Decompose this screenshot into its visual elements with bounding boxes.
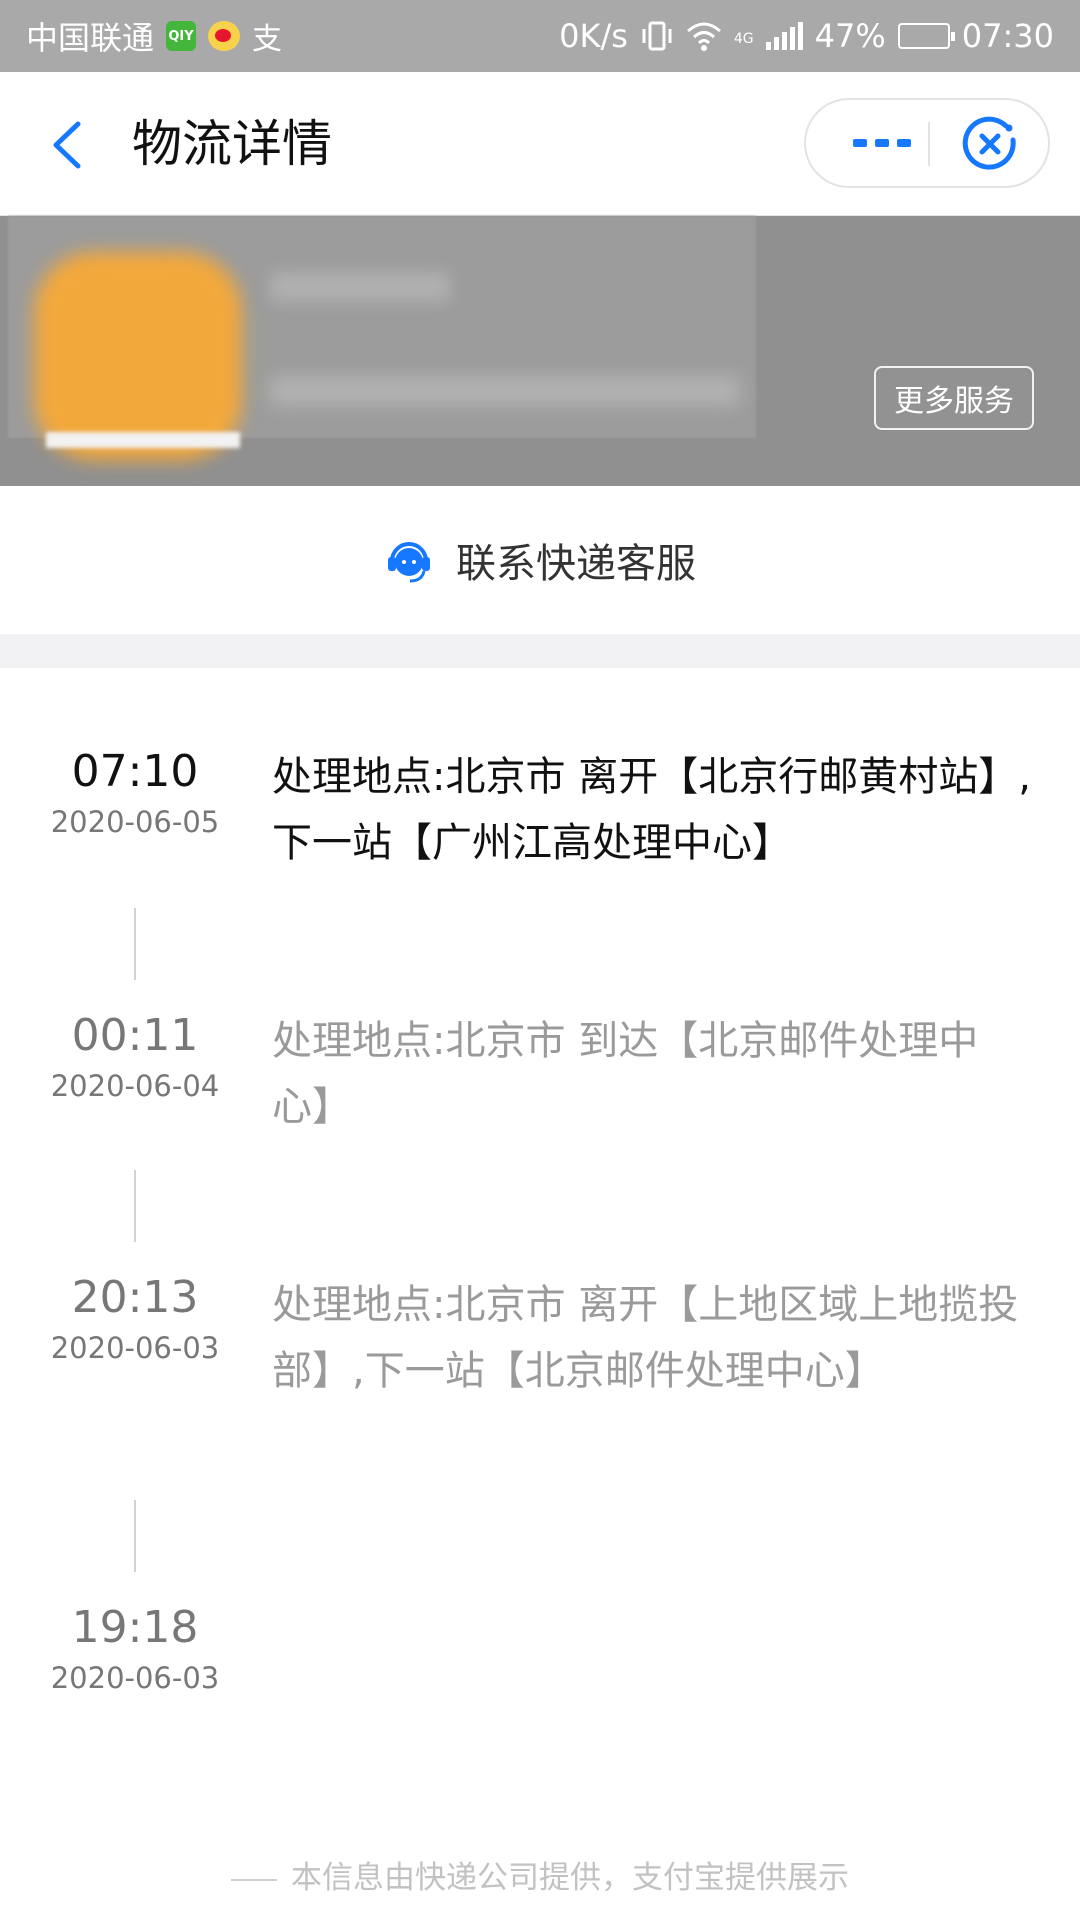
battery-icon [897,23,955,49]
carrier-label: 中国联通 [26,19,155,57]
network-speed: 0K/s [559,17,628,55]
vibrate-icon [642,21,672,51]
event-date: 2020-06-03 [50,1331,220,1365]
event-time: 07:10 [71,746,199,797]
status-left: 中国联通 QIY 支 [26,13,282,59]
blurred-highlight [46,432,240,448]
event-description: 处理地点:北京市 到达【北京邮件处理中心】 [272,1018,979,1130]
blurred-text [270,272,450,302]
more-dots-icon[interactable] [842,128,922,158]
chevron-left-icon[interactable] [46,120,92,170]
contact-courier-label: 联系快递客服 [456,541,696,587]
wifi-icon [686,22,721,51]
network-type: 4G [733,31,754,47]
status-right: 0K/s 4G 47% 07:30 [559,17,1054,55]
section-divider [0,634,1080,668]
capsule-divider [928,122,930,166]
event-time: 00:11 [71,1010,199,1061]
clock: 07:30 [961,17,1054,55]
footer-note: 本信息由快递公司提供，支付宝提供展示 [0,1852,1080,1897]
more-services-button[interactable]: 更多服务 [874,366,1034,430]
nav-bar: 物流详情 [0,72,1080,216]
event-description: 处理地点:北京市 离开【上地区域上地揽投部】,下一站【北京邮件处理中心】 [272,1282,1019,1394]
blurred-text [270,376,740,406]
miniapp-capsule [804,98,1050,188]
event-date: 2020-06-04 [50,1069,220,1103]
event-time: 19:18 [71,1602,199,1653]
timeline-connector [134,1170,136,1242]
timeline-connector [134,908,136,980]
contact-courier-button[interactable]: 联系快递客服 [0,486,1080,634]
package-header-card: 更多服务 [0,216,1080,486]
footer-note-text: 本信息由快递公司提供，支付宝提供展示 [291,1860,849,1896]
event-date: 2020-06-03 [50,1661,220,1695]
alipay-app-icon: 支 [252,22,283,57]
page-title: 物流详情 [132,115,332,173]
event-description: 处理地点:北京市 离开【北京行邮黄村站】,下一站【广州江高处理中心】 [272,754,1031,866]
event-date: 2020-06-05 [50,805,220,839]
status-bar: 中国联通 QIY 支 0K/s 4G 47% 07:30 [0,0,1080,72]
timeline-connector [134,1500,136,1572]
iqiyi-app-icon: QIY [166,21,197,51]
signal-icon [765,22,803,50]
event-time: 20:13 [71,1272,199,1323]
weibo-app-icon [208,21,241,51]
courier-logo-blurred [34,252,242,460]
logistics-timeline: 07:10 2020-06-05 处理地点:北京市 离开【北京行邮黄村站】,下一… [0,668,1080,1920]
headset-icon [388,542,430,583]
close-miniapp-icon[interactable] [962,116,1018,172]
battery-percent: 47% [814,17,886,55]
footer-dash [231,1878,277,1881]
